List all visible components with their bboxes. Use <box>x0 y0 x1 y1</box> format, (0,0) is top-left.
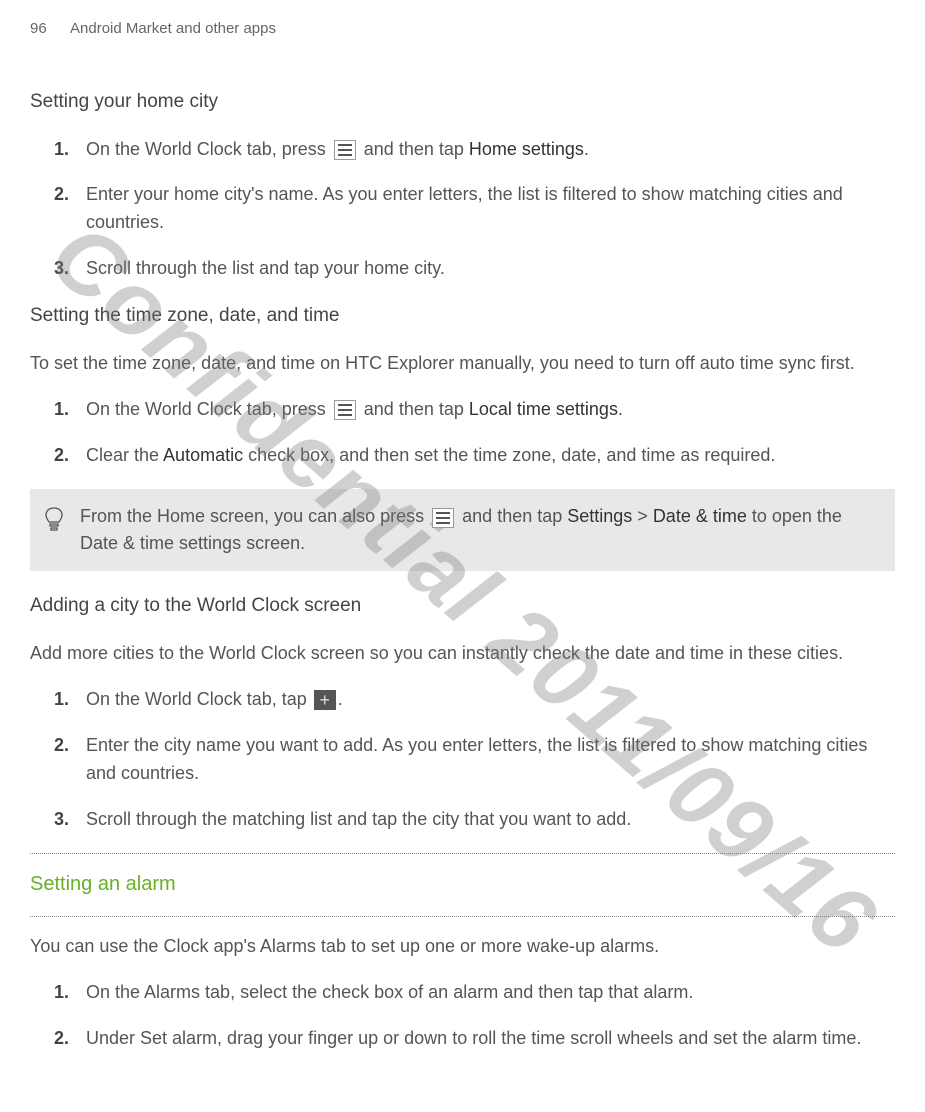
text-bold: Settings <box>567 506 632 526</box>
plus-icon: + <box>314 690 336 710</box>
list-item: 3. Scroll through the matching list and … <box>54 806 895 834</box>
text-fragment: . <box>618 399 623 419</box>
chapter-title: Android Market and other apps <box>70 20 276 37</box>
step-text: On the World Clock tab, press and then t… <box>86 396 895 424</box>
step-number: 1. <box>54 396 86 424</box>
step-text: On the Alarms tab, select the check box … <box>86 979 895 1007</box>
section-heading-add-city: Adding a city to the World Clock screen <box>30 593 895 620</box>
text-fragment: Clear the <box>86 445 163 465</box>
paragraph: Add more cities to the World Clock scree… <box>30 640 895 668</box>
list-item: 1. On the World Clock tab, press and the… <box>54 396 895 424</box>
step-text: On the World Clock tab, tap +. <box>86 686 895 714</box>
step-text: Enter the city name you want to add. As … <box>86 732 895 788</box>
steps-alarm: 1. On the Alarms tab, select the check b… <box>54 979 895 1053</box>
text-bold: Home settings <box>469 139 584 159</box>
step-text: Scroll through the matching list and tap… <box>86 806 895 834</box>
menu-icon <box>334 400 356 420</box>
list-item: 2. Under Set alarm, drag your finger up … <box>54 1025 895 1053</box>
divider <box>30 853 895 854</box>
steps-timezone: 1. On the World Clock tab, press and the… <box>54 396 895 470</box>
text-fragment: On the World Clock tab, press <box>86 399 331 419</box>
text-fragment: On the World Clock tab, press <box>86 139 331 159</box>
text-fragment: and then tap <box>359 139 469 159</box>
list-item: 2. Clear the Automatic check box, and th… <box>54 442 895 470</box>
text-fragment: . <box>584 139 589 159</box>
step-number: 3. <box>54 806 86 834</box>
major-heading-alarm: Setting an alarm <box>30 864 895 904</box>
step-text: Enter your home city's name. As you ente… <box>86 181 895 237</box>
text-fragment: From the Home screen, you can also press <box>80 506 429 526</box>
step-text: Clear the Automatic check box, and then … <box>86 442 895 470</box>
text-fragment: . <box>338 689 343 709</box>
step-number: 1. <box>54 136 86 164</box>
steps-home-city: 1. On the World Clock tab, press and the… <box>54 136 895 284</box>
text-fragment: On the World Clock tab, tap <box>86 689 312 709</box>
page-number: 96 <box>30 18 47 39</box>
step-number: 2. <box>54 732 86 788</box>
menu-icon <box>432 508 454 528</box>
step-number: 1. <box>54 979 86 1007</box>
text-fragment: and then tap <box>359 399 469 419</box>
step-text: On the World Clock tab, press and then t… <box>86 136 895 164</box>
list-item: 1. On the World Clock tab, tap +. <box>54 686 895 714</box>
list-item: 2. Enter the city name you want to add. … <box>54 732 895 788</box>
step-text: Scroll through the list and tap your hom… <box>86 255 895 283</box>
step-number: 1. <box>54 686 86 714</box>
steps-add-city: 1. On the World Clock tab, tap +. 2. Ent… <box>54 686 895 834</box>
step-text: Under Set alarm, drag your finger up or … <box>86 1025 895 1053</box>
list-item: 2. Enter your home city's name. As you e… <box>54 181 895 237</box>
text-bold: Local time settings <box>469 399 618 419</box>
paragraph: You can use the Clock app's Alarms tab t… <box>30 933 895 961</box>
paragraph: To set the time zone, date, and time on … <box>30 350 895 378</box>
list-item: 1. On the World Clock tab, press and the… <box>54 136 895 164</box>
step-number: 3. <box>54 255 86 283</box>
page-header: 96 Android Market and other apps <box>30 18 895 39</box>
step-number: 2. <box>54 1025 86 1053</box>
divider <box>30 916 895 917</box>
section-heading-home-city: Setting your home city <box>30 89 895 116</box>
text-bold: Automatic <box>163 445 243 465</box>
lightbulb-icon <box>44 507 64 541</box>
tip-box: From the Home screen, you can also press… <box>30 489 895 571</box>
menu-icon <box>334 140 356 160</box>
section-heading-timezone: Setting the time zone, date, and time <box>30 303 895 330</box>
text-fragment: check box, and then set the time zone, d… <box>243 445 775 465</box>
list-item: 3. Scroll through the list and tap your … <box>54 255 895 283</box>
tip-text: From the Home screen, you can also press… <box>80 503 881 557</box>
step-number: 2. <box>54 442 86 470</box>
text-fragment: and then tap <box>457 506 567 526</box>
text-bold: Date & time <box>653 506 747 526</box>
text-fragment: > <box>632 506 653 526</box>
list-item: 1. On the Alarms tab, select the check b… <box>54 979 895 1007</box>
step-number: 2. <box>54 181 86 237</box>
